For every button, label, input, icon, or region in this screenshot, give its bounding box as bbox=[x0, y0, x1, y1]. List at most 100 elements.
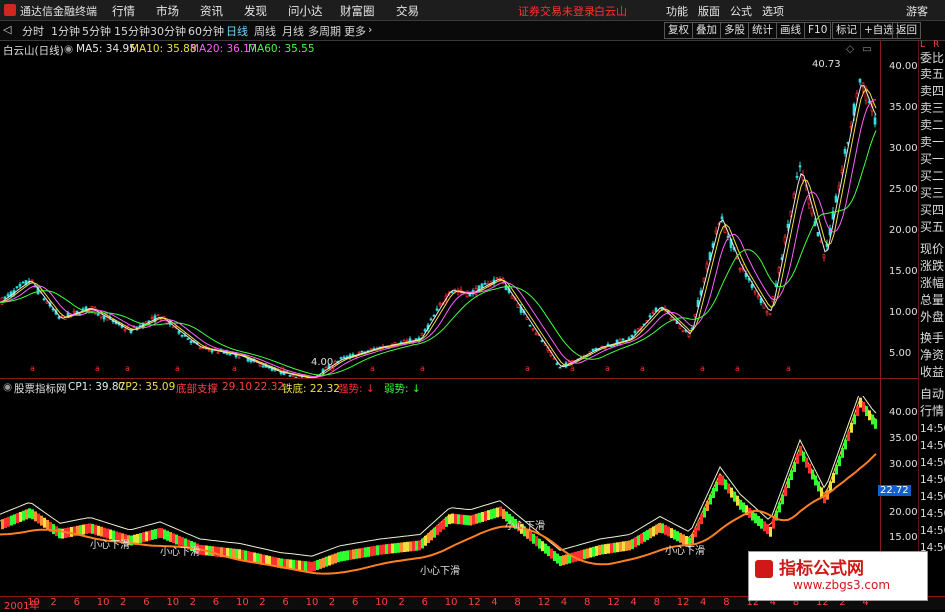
menu-wenxiaoda[interactable]: 问小达 bbox=[288, 3, 323, 19]
fuquan-button[interactable]: 复权 bbox=[664, 22, 693, 39]
kline-chart[interactable]: aaaaaaaaaaaaaaaa bbox=[0, 58, 880, 378]
guest-login[interactable]: 游客 bbox=[906, 3, 928, 19]
signal-bar bbox=[604, 544, 607, 554]
signal-bar bbox=[715, 482, 718, 492]
signal-bar bbox=[622, 541, 625, 551]
menu-jiaoyi[interactable]: 交易 bbox=[396, 3, 419, 19]
signal-bar bbox=[466, 515, 469, 525]
signal-bar bbox=[421, 539, 424, 549]
period-5min[interactable]: 5分钟 bbox=[82, 23, 111, 39]
menu-xuanxiang[interactable]: 选项 bbox=[762, 3, 784, 19]
login-notice[interactable]: 证券交易未登录 bbox=[518, 3, 595, 19]
signal-bar bbox=[241, 550, 244, 560]
settings-icon[interactable]: ◉ bbox=[64, 43, 73, 55]
candle-body bbox=[190, 341, 192, 343]
duogu-button[interactable]: 多股 bbox=[720, 22, 749, 39]
signal-bar bbox=[154, 529, 157, 539]
axis-tick: 10.00 bbox=[889, 307, 918, 318]
period-more[interactable]: 更多 bbox=[344, 23, 366, 39]
signal-bar bbox=[361, 548, 364, 558]
diejia-button[interactable]: 叠加 bbox=[692, 22, 721, 39]
signal-bar bbox=[397, 543, 400, 553]
chart-toggle-icon[interactable]: ◇ bbox=[846, 43, 854, 55]
candle-body bbox=[724, 227, 726, 232]
signal-bar bbox=[310, 562, 313, 572]
menu-zixun[interactable]: 资讯 bbox=[200, 3, 223, 19]
support-value: 29.10 bbox=[222, 381, 252, 393]
menu-shichang[interactable]: 市场 bbox=[156, 3, 179, 19]
signal-mark: a bbox=[232, 364, 237, 373]
menu-faxian[interactable]: 发现 bbox=[244, 3, 267, 19]
signal-bar bbox=[448, 514, 451, 524]
huaxian-button[interactable]: 画线 bbox=[776, 22, 805, 39]
signal-bar bbox=[211, 546, 214, 556]
signal-bar bbox=[439, 522, 442, 532]
side-label: 卖四 bbox=[920, 82, 944, 99]
indicator-title[interactable]: 股票指标网 bbox=[14, 381, 67, 396]
signal-bar bbox=[148, 531, 151, 541]
signal-bar bbox=[151, 530, 154, 540]
axis-tick: 15.00 bbox=[889, 532, 918, 543]
tongji-button[interactable]: 统计 bbox=[748, 22, 777, 39]
more-chevron-icon[interactable]: › bbox=[368, 23, 372, 36]
signal-bar bbox=[871, 415, 874, 425]
date-label: 4 bbox=[700, 597, 706, 608]
signal-bar bbox=[796, 454, 799, 464]
tick-time: 14:50 bbox=[920, 525, 945, 537]
chart-maximize-icon[interactable]: ▭ bbox=[862, 43, 872, 55]
period-30min[interactable]: 30分钟 bbox=[150, 23, 186, 39]
signal-bar bbox=[589, 548, 592, 558]
signal-bar bbox=[136, 534, 139, 544]
signal-bar bbox=[433, 528, 436, 538]
back-button[interactable]: 返回 bbox=[892, 22, 921, 39]
signal-bar bbox=[160, 528, 163, 538]
watermark-logo: 指标公式网 www.zbgs3.com bbox=[748, 551, 928, 601]
signal-bar bbox=[91, 524, 94, 534]
ma-line bbox=[0, 100, 876, 377]
signal-bar bbox=[565, 554, 568, 564]
signal-mark: a bbox=[420, 364, 425, 373]
signal-bar bbox=[844, 440, 847, 450]
axis-tick: 35.00 bbox=[889, 102, 918, 113]
candle-body bbox=[874, 118, 876, 124]
auto-quote-tab[interactable]: 自动 bbox=[920, 385, 944, 402]
period-1min[interactable]: 1分钟 bbox=[51, 23, 80, 39]
signal-bar bbox=[538, 539, 541, 549]
period-60min[interactable]: 60分钟 bbox=[188, 23, 224, 39]
date-label: 6 bbox=[143, 597, 149, 608]
signal-bar bbox=[583, 549, 586, 559]
signal-bar bbox=[544, 544, 547, 554]
price-axis: 40.00 35.00 30.00 25.00 20.00 15.00 10.0… bbox=[880, 41, 919, 378]
signal-bar bbox=[400, 542, 403, 552]
signal-bar bbox=[292, 560, 295, 570]
signal-bar bbox=[331, 555, 334, 565]
candle-body bbox=[694, 314, 696, 316]
period-daily[interactable]: 日线 bbox=[226, 23, 248, 39]
menu-banmian[interactable]: 版面 bbox=[698, 3, 720, 19]
signal-bar bbox=[865, 406, 868, 416]
signal-bar bbox=[394, 543, 397, 553]
signal-bar bbox=[247, 551, 250, 561]
menu-caifuquan[interactable]: 财富圈 bbox=[340, 3, 375, 19]
menu-gongneng[interactable]: 功能 bbox=[666, 3, 688, 19]
menu-hangqing[interactable]: 行情 bbox=[112, 3, 135, 19]
menu-gongshi[interactable]: 公式 bbox=[730, 3, 752, 19]
biaoji-button[interactable]: 标记 bbox=[832, 22, 861, 39]
period-weekly[interactable]: 周线 bbox=[254, 23, 276, 39]
signal-bar bbox=[391, 544, 394, 554]
signal-bar bbox=[238, 549, 241, 559]
signal-bar bbox=[868, 410, 871, 420]
signal-bar bbox=[430, 530, 433, 540]
period-monthly[interactable]: 月线 bbox=[282, 23, 304, 39]
period-multi[interactable]: 多周期 bbox=[308, 23, 341, 39]
signal-bar bbox=[814, 476, 817, 486]
indicator-settings-icon[interactable]: ◉ bbox=[3, 381, 12, 393]
period-fenshi[interactable]: 分时 bbox=[22, 23, 44, 39]
period-back-icon[interactable]: ◁ bbox=[3, 23, 11, 36]
candle-body bbox=[715, 231, 717, 233]
quote-tab[interactable]: 行情 bbox=[920, 402, 944, 419]
period-15min[interactable]: 15分钟 bbox=[114, 23, 150, 39]
f10-button[interactable]: F10 bbox=[804, 22, 831, 39]
signal-bar bbox=[79, 525, 82, 535]
axis-tick: 30.00 bbox=[889, 143, 918, 154]
